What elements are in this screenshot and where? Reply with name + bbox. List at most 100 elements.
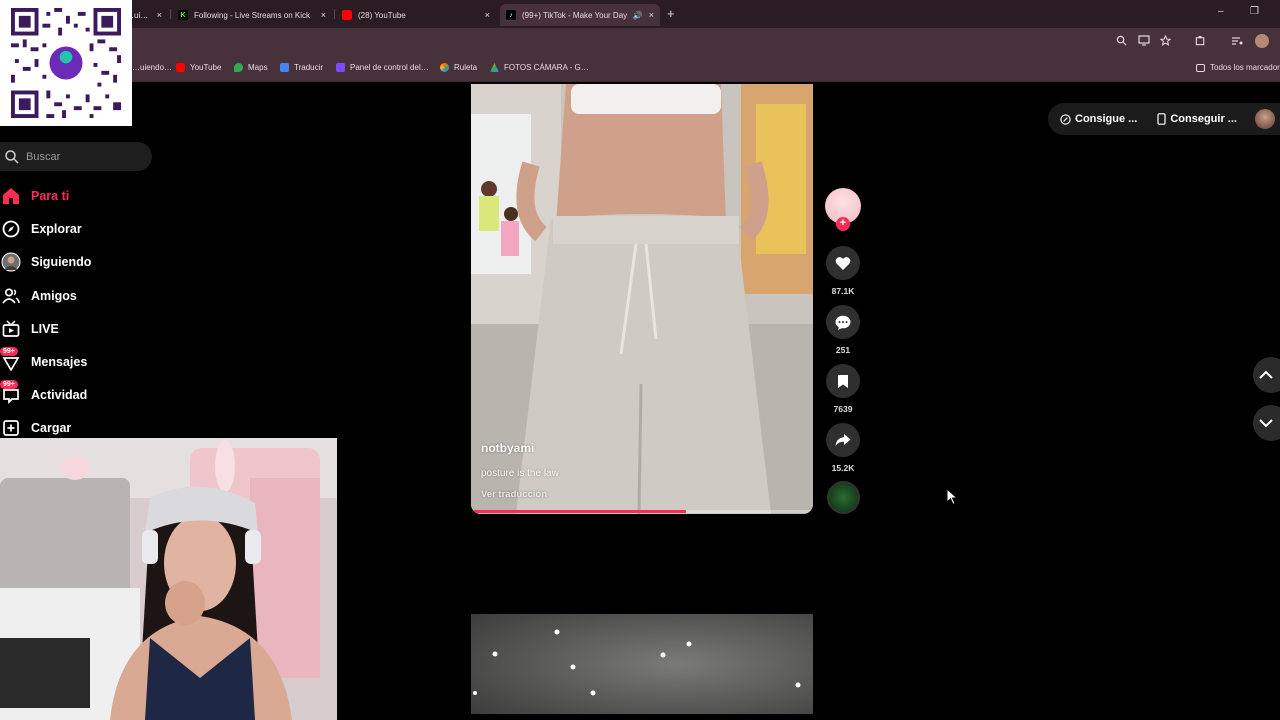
bookmarks-bar: …uiendo… YouTube Maps Traducir Panel de … <box>0 56 1280 82</box>
user-avatar[interactable] <box>1254 109 1275 129</box>
bookmark-maps[interactable]: Maps <box>234 63 268 72</box>
restore-button[interactable]: ❐ <box>1250 6 1259 17</box>
bookmark-translate[interactable]: Traducir <box>280 63 323 72</box>
next-video-frame <box>471 614 813 714</box>
qr-code-icon <box>11 8 121 118</box>
browser-tab-bar: …uiendo… × K Following - Live Streams on… <box>0 0 1280 28</box>
webcam-overlay <box>0 438 337 720</box>
sidebar-item-label: Actividad <box>31 388 88 402</box>
video-progress-fill <box>471 510 687 513</box>
drive-icon <box>490 63 499 72</box>
like-count: 87.1K <box>831 286 855 296</box>
sidebar-item-amigos[interactable]: Amigos <box>0 284 77 308</box>
video-progress-bar[interactable] <box>471 510 813 513</box>
comment-button[interactable] <box>826 305 860 339</box>
sidebar-item-label: Para ti <box>31 189 70 203</box>
video-author[interactable]: notbyami <box>481 441 534 455</box>
video-player[interactable]: notbyami posture is the law Ver traducci… <box>471 84 813 514</box>
next-video-preview[interactable] <box>471 614 813 714</box>
sidebar-item-para-ti[interactable]: Para ti <box>0 184 69 208</box>
bookmark-control-panel[interactable]: Panel de control del… <box>336 63 429 72</box>
phone-icon <box>1157 113 1166 125</box>
notification-badge: 99+ <box>0 380 18 389</box>
sidebar-item-explorar[interactable]: Explorar <box>0 217 82 241</box>
media-controls-icon[interactable] <box>1231 35 1243 49</box>
bookmarks-folder[interactable]: Todos los marcadores <box>1196 63 1280 72</box>
following-avatar-icon <box>0 251 22 273</box>
zoom-icon[interactable] <box>1116 35 1127 49</box>
save-button[interactable] <box>826 364 860 398</box>
next-video-button[interactable] <box>1253 405 1280 441</box>
folder-icon <box>1196 63 1205 72</box>
chevron-up-icon <box>1259 370 1273 379</box>
like-button[interactable] <box>826 246 860 280</box>
chevron-down-icon <box>1259 419 1273 428</box>
tab-close-icon[interactable]: × <box>157 10 162 20</box>
maps-pin-icon <box>234 63 243 72</box>
follow-button[interactable]: + <box>836 217 850 231</box>
coin-icon <box>1060 113 1071 125</box>
bookmark-star-icon[interactable] <box>1159 34 1172 49</box>
panel-icon <box>336 63 345 72</box>
tab-close-icon[interactable]: × <box>321 10 326 20</box>
sidebar-item-live[interactable]: LIVE <box>0 317 59 341</box>
bookmark-icon <box>838 374 848 388</box>
bookmark-fotos[interactable]: FOTOS CÁMARA - G… <box>490 63 589 72</box>
sidebar-item-siguiendo[interactable]: Siguiendo <box>0 250 91 274</box>
search-input[interactable] <box>26 150 136 163</box>
translate-link[interactable]: Ver traducción <box>481 489 547 500</box>
tab-close-icon[interactable]: × <box>485 10 490 20</box>
compass-icon <box>0 218 22 240</box>
share-count: 15.2K <box>831 463 855 473</box>
new-tab-button[interactable]: + <box>667 6 675 21</box>
search-icon[interactable] <box>4 149 20 165</box>
get-coins-button[interactable]: Consigue ... <box>1060 113 1137 125</box>
music-disc-icon[interactable] <box>827 481 860 514</box>
live-tv-icon <box>0 318 22 340</box>
search-bar[interactable] <box>0 142 152 171</box>
friends-icon <box>0 285 22 307</box>
bookmark-item[interactable]: …uiendo… <box>132 63 172 72</box>
sidebar-item-label: LIVE <box>31 322 59 336</box>
share-button[interactable] <box>826 423 860 457</box>
tab-youtube[interactable]: (28) YouTube × <box>336 4 496 26</box>
share-arrow-icon <box>835 434 851 446</box>
upload-plus-icon <box>0 417 22 439</box>
tab-close-icon[interactable]: × <box>649 10 654 20</box>
tiktok-favicon-icon: ♪ <box>506 10 516 20</box>
youtube-favicon-icon <box>342 10 352 20</box>
mouse-cursor-icon <box>946 488 958 506</box>
audio-playing-icon[interactable]: 🔊 <box>633 11 643 20</box>
home-icon <box>0 185 22 207</box>
minimize-button[interactable]: – <box>1218 6 1224 17</box>
sidebar-item-mensajes[interactable]: 99+ Mensajes <box>0 347 88 374</box>
sidebar-item-label: Amigos <box>31 289 77 303</box>
heart-icon <box>835 256 851 270</box>
comment-icon <box>835 315 851 330</box>
tab-kick[interactable]: K Following - Live Streams on Kick × <box>172 4 332 26</box>
comment-count: 251 <box>835 345 851 355</box>
video-caption: posture is the law <box>481 468 559 479</box>
messages-icon: 99+ <box>0 347 22 373</box>
sidebar-item-label: Explorar <box>31 222 82 236</box>
bookmark-ruleta[interactable]: Ruleta <box>440 63 477 72</box>
sidebar-item-label: Mensajes <box>31 355 88 369</box>
sidebar-item-cargar[interactable]: Cargar <box>0 416 71 440</box>
kick-favicon-icon: K <box>178 10 188 20</box>
youtube-icon <box>176 63 185 72</box>
wheel-icon <box>440 63 449 72</box>
save-count: 7639 <box>833 404 853 414</box>
top-right-actions: Consigue ... Conseguir ... <box>1048 103 1280 135</box>
webcam-image <box>0 438 337 720</box>
install-app-icon[interactable] <box>1138 35 1150 49</box>
extensions-icon[interactable] <box>1195 35 1206 49</box>
sidebar-item-actividad[interactable]: 99+ Actividad <box>0 380 88 407</box>
yape-qr-code <box>0 0 132 126</box>
bookmark-youtube[interactable]: YouTube <box>176 63 221 72</box>
get-app-button[interactable]: Conseguir ... <box>1157 113 1237 125</box>
profile-avatar[interactable] <box>1255 34 1269 48</box>
tab-tiktok[interactable]: ♪ (99+) TikTok - Make Your Day 🔊 × <box>500 4 660 26</box>
address-bar[interactable] <box>0 28 1280 56</box>
sidebar-item-label: Cargar <box>31 421 72 435</box>
previous-video-button[interactable] <box>1253 357 1280 393</box>
